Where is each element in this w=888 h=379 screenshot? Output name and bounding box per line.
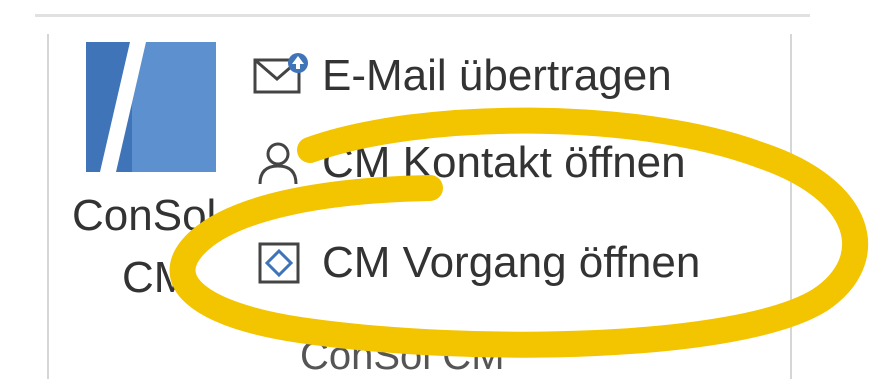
group-right-divider (790, 34, 792, 379)
diamond-square-icon (258, 242, 300, 284)
envelope-upload-icon (253, 53, 308, 94)
ribbon-screenshot: ConSol CM E-Mail übertragen CM Kontakt ö… (0, 0, 888, 379)
consol-logo-icon (86, 42, 216, 172)
email-uebertragen-label: E-Mail übertragen (322, 51, 672, 100)
group-left-divider (47, 34, 49, 379)
ribbon-top-divider (35, 14, 810, 17)
email-uebertragen-button[interactable]: E-Mail übertragen (252, 45, 672, 107)
cm-kontakt-oeffnen-button[interactable]: CM Kontakt öffnen (252, 132, 686, 194)
cm-vorgang-oeffnen-button[interactable]: CM Vorgang öffnen (252, 232, 700, 294)
cm-vorgang-oeffnen-label: CM Vorgang öffnen (322, 238, 701, 287)
consol-cm-button[interactable]: ConSol CM (62, 34, 242, 324)
consol-cm-label-line1: ConSol (72, 191, 217, 240)
cm-kontakt-oeffnen-label: CM Kontakt öffnen (322, 138, 686, 187)
group-label: ConSol CM (300, 334, 505, 378)
person-icon (258, 142, 298, 185)
